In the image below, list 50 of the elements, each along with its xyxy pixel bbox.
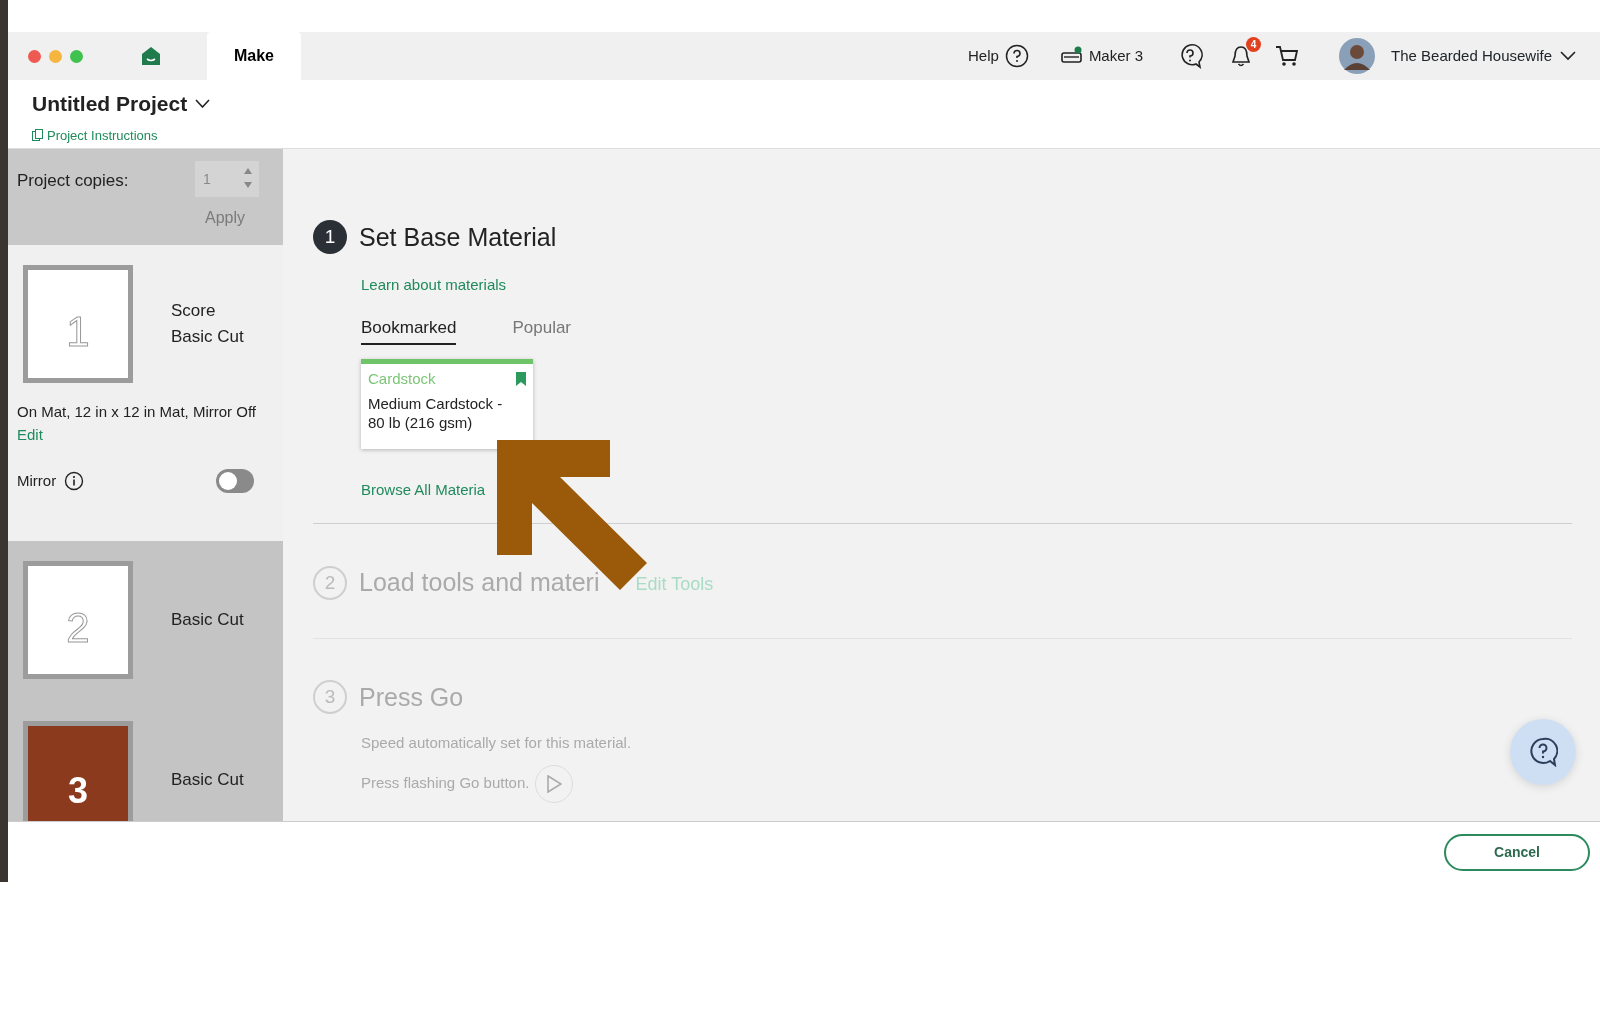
chevron-down-icon: [1560, 51, 1576, 61]
operation-label: Basic Cut: [171, 609, 244, 631]
home-icon[interactable]: [141, 46, 161, 66]
step-title: Press Go: [359, 681, 464, 713]
chevron-down-icon: [195, 99, 211, 109]
operation-label: Basic Cut: [171, 325, 244, 348]
learn-materials-link[interactable]: Learn about materials: [361, 274, 507, 297]
step-instruction: Speed automatically set for this material.: [361, 733, 632, 753]
mirror-toggle[interactable]: [216, 469, 254, 493]
cancel-button[interactable]: Cancel: [1444, 833, 1590, 871]
notification-badge: 4: [1246, 37, 1262, 52]
tab[interactable]: Make: [207, 32, 301, 80]
material-tab[interactable]: Bookmarked: [361, 315, 457, 345]
machine-icon[interactable]: [1060, 46, 1083, 66]
step-instruction: Press flashing Go button.: [361, 773, 530, 794]
help-icon[interactable]: [1004, 44, 1029, 68]
bookmark-icon[interactable]: [516, 371, 526, 386]
chat-help-icon: [1528, 736, 1558, 767]
browse-materials-link[interactable]: Browse All Materia: [361, 478, 486, 501]
step-number: 1: [313, 220, 347, 255]
project-instructions-link[interactable]: Project Instructions: [47, 125, 158, 145]
mat-number: 2: [65, 603, 91, 653]
mat-thumbnail[interactable]: 3: [23, 721, 133, 822]
step-title: Load tools and materi: [359, 567, 600, 598]
machine-name[interactable]: Maker 3: [1088, 44, 1144, 68]
avatar[interactable]: [1339, 38, 1376, 74]
edit-link[interactable]: Edit: [17, 424, 43, 447]
operation-label: Basic Cut: [171, 769, 244, 791]
window-control[interactable]: [28, 49, 41, 63]
mat-thumbnail[interactable]: 2: [23, 561, 133, 679]
copies-label: Project copies:: [17, 169, 129, 192]
mirror-label: Mirror: [17, 470, 57, 491]
mat-thumbnail[interactable]: 1: [23, 264, 133, 383]
mat-number: 1: [65, 306, 91, 357]
cart-icon[interactable]: [1275, 44, 1300, 68]
material-category: Cardstock: [368, 368, 436, 389]
mat-number: 3: [67, 769, 89, 813]
material-card[interactable]: Cardstock Medium Cardstock - 80 lb (216 gsm): [361, 358, 533, 449]
document-icon: [32, 129, 43, 142]
user-menu[interactable]: The Bearded Housewife: [1391, 44, 1576, 68]
step-title: Set Base Material: [359, 221, 557, 253]
info-icon[interactable]: [64, 471, 85, 491]
project-title[interactable]: Untitled Project: [32, 88, 211, 120]
material-tab[interactable]: Popular: [512, 315, 572, 345]
operation-label: Score: [171, 299, 217, 322]
mat-summary: On Mat, 12 in x 12 in Mat, Mirror Off: [17, 401, 257, 422]
chat-help-button[interactable]: [1510, 718, 1576, 785]
play-icon: [546, 774, 563, 793]
help-link[interactable]: Help: [968, 44, 999, 68]
material-name: Medium Cardstock - 80 lb (216 gsm): [368, 394, 504, 432]
